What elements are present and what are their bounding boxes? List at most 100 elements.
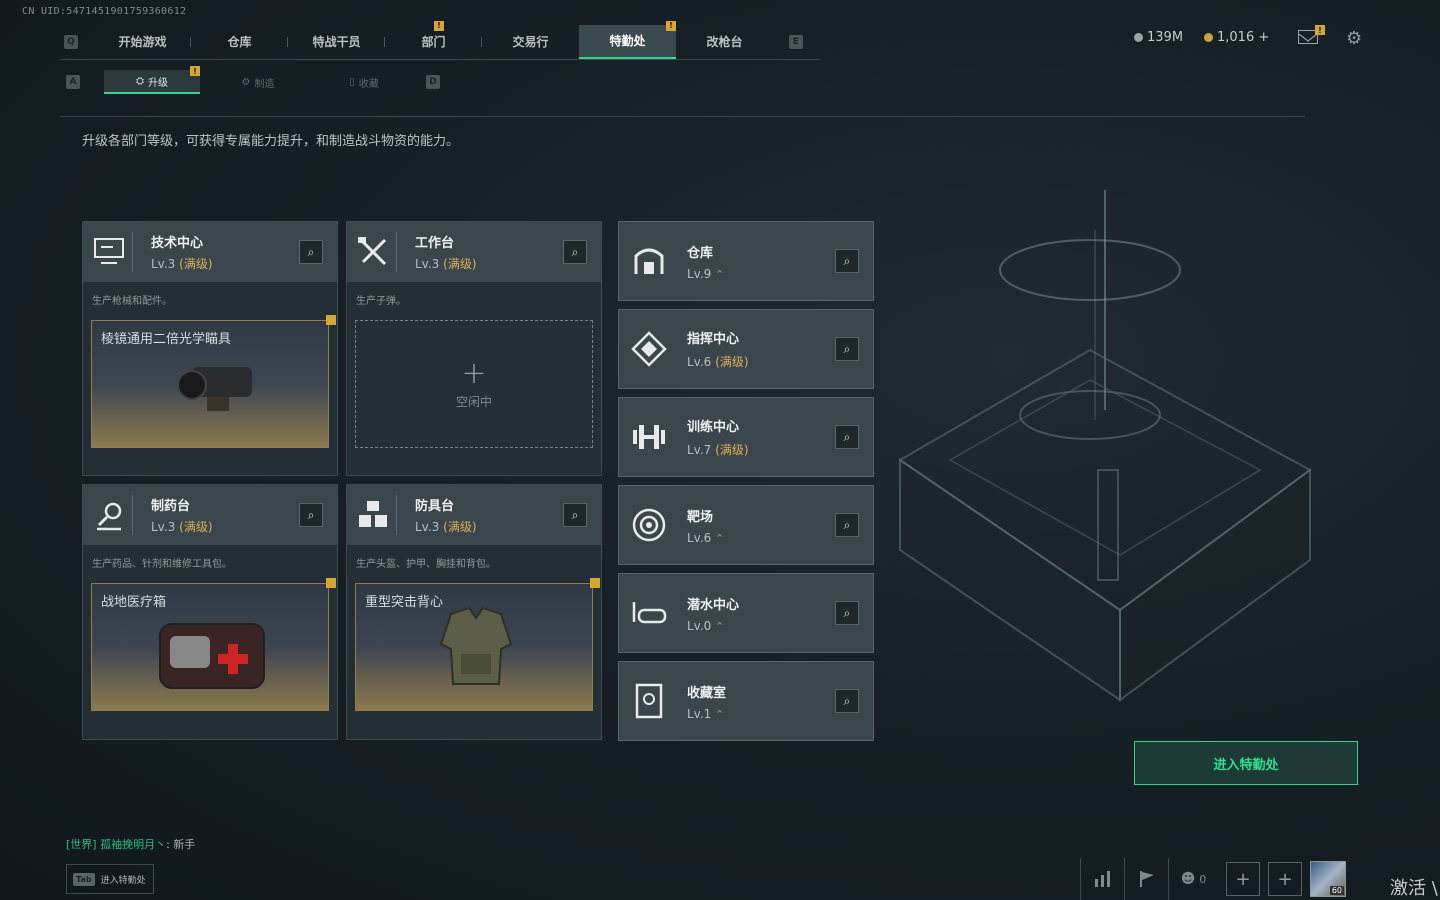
subtab-label: 升级 — [148, 77, 168, 89]
target-icon — [629, 505, 669, 545]
search-icon: ⌕ — [843, 693, 851, 708]
activate-watermark: 激活 \ — [1390, 878, 1438, 899]
friends-button[interactable]: ☻ 0 — [1168, 858, 1218, 900]
card-level: Lv.3 — [151, 257, 176, 271]
search-icon: ⌕ — [571, 244, 579, 259]
tab-department[interactable]: 部门! — [385, 20, 482, 59]
tab-operators[interactable]: 特战干员 — [288, 25, 385, 59]
mail-icon[interactable]: ! — [1298, 25, 1325, 44]
bottom-bar: ☻ 0 + + 60 — [1080, 858, 1346, 900]
page-description: 升级各部门等级，可获得专属能力提升，和制造战斗物资的能力。 — [82, 134, 460, 149]
inspect-button[interactable]: ⌕ — [299, 503, 323, 527]
upgrade-arrow-icon: ⌃ — [715, 619, 725, 633]
card-title: 收藏室 — [687, 685, 727, 701]
tab-label: 部门 — [421, 35, 446, 49]
add-slot-button[interactable]: + — [1226, 862, 1260, 896]
empty-production-slot[interactable]: + 空闲中 — [355, 320, 593, 448]
collection-icon: ▯ — [349, 76, 355, 88]
card-level: Lv.3 — [151, 520, 176, 534]
search-icon: ⌕ — [307, 244, 315, 259]
tab-key: Tab — [73, 872, 95, 886]
notification-badge: ! — [1315, 25, 1325, 35]
card-training-center[interactable]: 训练中心 Lv.7 (满级) ⌕ — [618, 397, 874, 477]
card-title: 技术中心 — [151, 236, 204, 251]
subtab-craft[interactable]: ⚙ 制造 — [210, 70, 306, 94]
subtab-upgrade[interactable]: ⛭ 升级 ! — [104, 66, 200, 94]
production-slot[interactable]: 战地医疗箱 — [91, 578, 336, 711]
tab-shortcut-hint[interactable]: Tab 进入特勤处 — [66, 864, 154, 894]
add-icon: + — [461, 355, 487, 391]
inspect-button[interactable]: ⌕ — [835, 689, 859, 713]
card-title: 制药台 — [151, 499, 191, 514]
card-description: 生产头盔、护甲、胸挂和背包。 — [356, 559, 496, 570]
hammer-wrench-icon — [357, 232, 397, 272]
card-diving-center[interactable]: 潜水中心 Lv.0 ⌃ ⌕ — [618, 573, 874, 653]
tab-hint-label: 进入特勤处 — [100, 875, 146, 886]
card-description: 生产枪械和配件。 — [92, 296, 172, 307]
nav-right-key[interactable]: E — [789, 34, 803, 49]
dumbbell-icon — [629, 417, 669, 457]
card-title: 工作台 — [415, 236, 455, 251]
inspect-button[interactable]: ⌕ — [563, 240, 587, 264]
tab-warehouse[interactable]: 仓库 — [191, 25, 288, 59]
subnav-left-key[interactable]: A — [66, 75, 80, 89]
card-header: 技术中心 Lv.3 (满级) ⌕ — [83, 222, 337, 282]
inspect-button[interactable]: ⌕ — [835, 513, 859, 537]
stats-icon[interactable] — [1080, 858, 1124, 900]
max-level-label: (满级) — [179, 520, 213, 534]
inspect-button[interactable]: ⌕ — [835, 425, 859, 449]
medkit-image — [159, 623, 265, 689]
card-title: 靶场 — [687, 509, 714, 525]
max-level-label: (满级) — [715, 355, 749, 369]
tech-center-icon — [93, 232, 133, 272]
notification-badge — [326, 315, 336, 325]
card-tech-center[interactable]: 技术中心 Lv.3 (满级) ⌕ 生产枪械和配件。 棱镜通用二倍光学瞄具 — [82, 221, 338, 476]
card-level: Lv.3 — [415, 520, 440, 534]
tab-start-game[interactable]: 开始游戏 — [94, 25, 191, 59]
card-shooting-range[interactable]: 靶场 Lv.6 ⌃ ⌕ — [618, 485, 874, 565]
inspect-button[interactable]: ⌕ — [299, 240, 323, 264]
upgrade-arrow-icon: ⌃ — [715, 531, 725, 545]
max-level-label: (满级) — [715, 443, 749, 457]
tab-special-ops[interactable]: 特勤处! — [579, 20, 676, 59]
card-level: Lv.0 — [687, 618, 712, 633]
tab-trading[interactable]: 交易行 — [482, 25, 579, 59]
friends-icon: ☻ — [1180, 871, 1196, 887]
enter-special-ops-button[interactable]: 进入特勤处 — [1134, 741, 1358, 785]
silver-amount: 139M — [1147, 30, 1184, 45]
base-wireframe-illustration — [898, 190, 1312, 702]
chat-line[interactable]: [世界] 孤袖挽明月丶: 新手 — [66, 836, 195, 852]
card-collection-room[interactable]: 收藏室 Lv.1 ⌃ ⌕ — [618, 661, 874, 741]
nav-left-key[interactable]: Q — [64, 34, 78, 49]
subtab-collection[interactable]: ▯ 收藏 — [316, 70, 412, 94]
scope-image — [177, 367, 252, 411]
add-slot-button[interactable]: + — [1268, 862, 1302, 896]
inspect-button[interactable]: ⌕ — [835, 337, 859, 361]
card-workbench[interactable]: 工作台 Lv.3 (满级) ⌕ 生产子弹。 + 空闲中 — [346, 221, 602, 476]
card-title: 仓库 — [687, 245, 714, 261]
notification-badge: ! — [666, 20, 676, 31]
add-gold-button[interactable]: + — [1258, 30, 1269, 45]
notification-badge: ! — [190, 66, 200, 76]
card-warehouse[interactable]: 仓库 Lv.9 ⌃ ⌕ — [618, 221, 874, 301]
avatar[interactable]: 60 — [1310, 861, 1346, 897]
production-slot[interactable]: 棱镜通用二倍光学瞄具 — [91, 315, 336, 448]
notification-badge — [590, 578, 600, 588]
gear-icon[interactable]: ⚙ — [1346, 28, 1362, 49]
idle-label: 空闲中 — [455, 394, 492, 409]
gold-currency[interactable]: 1,016 + — [1204, 30, 1269, 45]
search-icon: ⌕ — [843, 253, 851, 268]
flag-icon[interactable] — [1124, 858, 1168, 900]
tab-gunsmith[interactable]: 改枪台 — [676, 25, 773, 59]
inspect-button[interactable]: ⌕ — [563, 503, 587, 527]
inspect-button[interactable]: ⌕ — [835, 601, 859, 625]
inspect-button[interactable]: ⌕ — [835, 249, 859, 273]
command-center-icon — [629, 329, 669, 369]
max-level-label: (满级) — [443, 520, 477, 534]
card-armor-bench[interactable]: 防具台 Lv.3 (满级) ⌕ 生产头盔、护甲、胸挂和背包。 重型突击背心 — [346, 484, 602, 740]
subnav-right-key[interactable]: D — [426, 75, 440, 89]
production-slot[interactable]: 重型突击背心 — [355, 578, 600, 711]
card-pharmacy[interactable]: 制药台 Lv.3 (满级) ⌕ 生产药品、针剂和维修工具包。 战地医疗箱 — [82, 484, 338, 740]
card-header: 防具台 Lv.3 (满级) ⌕ — [347, 485, 601, 545]
card-command-center[interactable]: 指挥中心 Lv.6 (满级) ⌕ — [618, 309, 874, 389]
